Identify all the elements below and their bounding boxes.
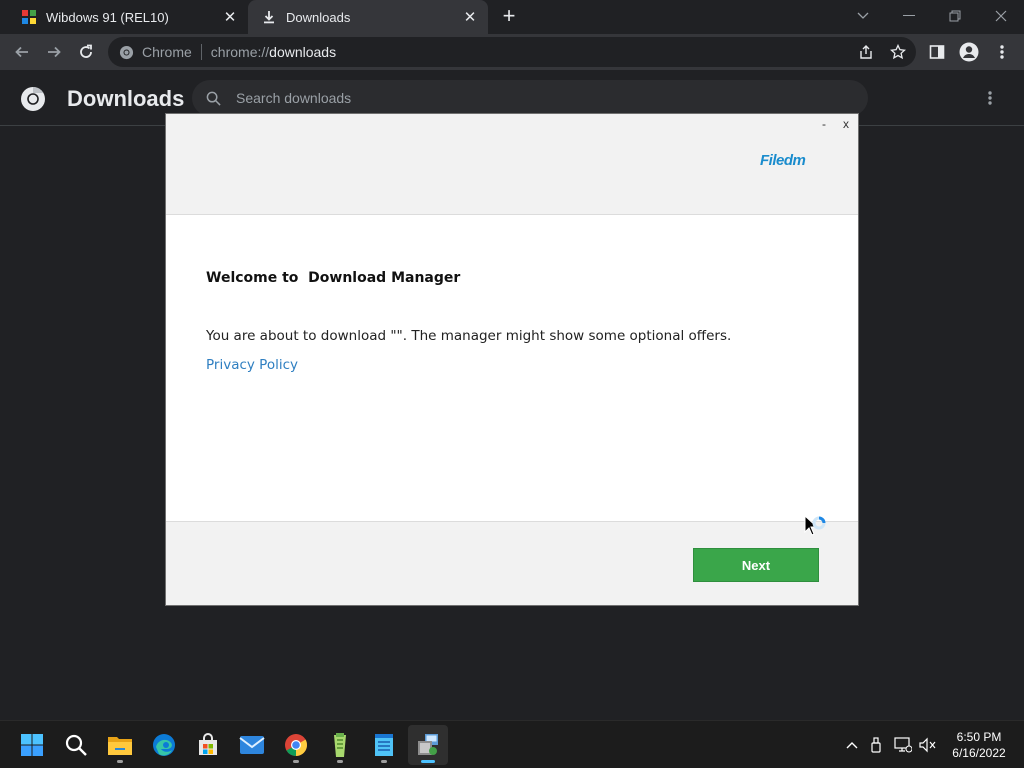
- new-tab-button[interactable]: +: [498, 5, 520, 28]
- file-explorer-icon[interactable]: [100, 725, 140, 765]
- running-indicator: [421, 760, 435, 763]
- dialog-heading: Welcome to Download Manager: [206, 270, 461, 286]
- tab-title: Downloads: [286, 9, 351, 25]
- search-icon[interactable]: [56, 725, 96, 765]
- dialog-footer: Next: [166, 521, 858, 605]
- forward-icon[interactable]: [41, 39, 67, 65]
- next-button[interactable]: Next: [693, 548, 819, 582]
- edge-icon[interactable]: [144, 725, 184, 765]
- restore-icon[interactable]: [941, 4, 969, 28]
- download-icon: [260, 8, 278, 26]
- reload-icon[interactable]: [73, 39, 99, 65]
- browser-menu-icon[interactable]: [991, 41, 1013, 63]
- site-name: Chrome: [142, 44, 192, 60]
- network-icon[interactable]: [893, 735, 913, 755]
- minimize-icon[interactable]: [895, 4, 923, 28]
- start-icon[interactable]: [12, 725, 52, 765]
- tab-downloads[interactable]: Downloads ✕: [248, 0, 488, 34]
- dialog-header: - x Filedm: [166, 114, 858, 215]
- side-panel-icon[interactable]: [926, 41, 948, 63]
- address-separator: [200, 44, 202, 60]
- running-indicator: [293, 760, 299, 763]
- store-icon[interactable]: [188, 725, 228, 765]
- url-text: chrome://downloads: [211, 44, 336, 60]
- clock-time: 6:50 PM: [956, 730, 1002, 744]
- dialog-minimize-button[interactable]: -: [818, 117, 830, 133]
- notepad-icon[interactable]: [364, 725, 404, 765]
- download-manager-dialog: - x Filedm Welcome to Download Manager Y…: [165, 113, 859, 606]
- tab-search-chevron-icon[interactable]: [849, 4, 877, 28]
- running-indicator: [381, 760, 387, 763]
- chrome-site-icon: [118, 44, 134, 60]
- window-close-icon[interactable]: [987, 4, 1015, 28]
- chrome-icon[interactable]: [276, 725, 316, 765]
- tab-wibdows[interactable]: Wibdows 91 (REL10) ✕: [8, 0, 248, 34]
- mail-icon[interactable]: [232, 725, 272, 765]
- profile-icon[interactable]: [958, 41, 980, 63]
- tab-title: Wibdows 91 (REL10): [46, 9, 169, 25]
- system-clock[interactable]: 6:50 PM 6/16/2022: [944, 729, 1014, 761]
- privacy-policy-link[interactable]: Privacy Policy: [206, 357, 298, 373]
- dialog-close-button[interactable]: x: [840, 117, 852, 133]
- search-icon: [204, 89, 222, 107]
- tray-chevron-up-icon[interactable]: [842, 735, 862, 755]
- browser-toolbar: Chrome chrome://downloads: [0, 34, 1024, 70]
- wibdows-favicon-icon: [20, 8, 38, 26]
- notepad-plus-icon[interactable]: [320, 725, 360, 765]
- usb-device-icon[interactable]: [866, 735, 886, 755]
- tab-strip: Wibdows 91 (REL10) ✕ Downloads ✕ +: [0, 0, 1024, 34]
- more-actions-icon[interactable]: [980, 88, 1000, 108]
- share-icon[interactable]: [855, 41, 877, 63]
- installer-icon[interactable]: [408, 725, 448, 765]
- screen: Wibdows 91 (REL10) ✕ Downloads ✕ + Chrom…: [0, 0, 1024, 768]
- search-downloads-field[interactable]: Search downloads: [192, 80, 868, 116]
- tab-close-icon[interactable]: ✕: [220, 7, 240, 27]
- brand-logo: Filedm: [760, 152, 806, 169]
- running-indicator: [337, 760, 343, 763]
- url-host: downloads: [269, 44, 337, 60]
- chrome-logo-icon: [21, 87, 45, 111]
- dialog-message: You are about to download "". The manage…: [206, 328, 732, 344]
- clock-date: 6/16/2022: [952, 746, 1006, 760]
- page-title: Downloads: [67, 86, 185, 111]
- running-indicator: [117, 760, 123, 763]
- volume-muted-icon[interactable]: [918, 735, 938, 755]
- back-icon[interactable]: [9, 39, 35, 65]
- bookmark-star-icon[interactable]: [887, 41, 909, 63]
- url-scheme: chrome://: [210, 44, 270, 60]
- address-bar[interactable]: Chrome chrome://downloads: [108, 37, 916, 67]
- tab-close-icon[interactable]: ✕: [460, 7, 480, 27]
- taskbar: 6:50 PM 6/16/2022: [0, 720, 1024, 768]
- search-placeholder: Search downloads: [236, 90, 352, 106]
